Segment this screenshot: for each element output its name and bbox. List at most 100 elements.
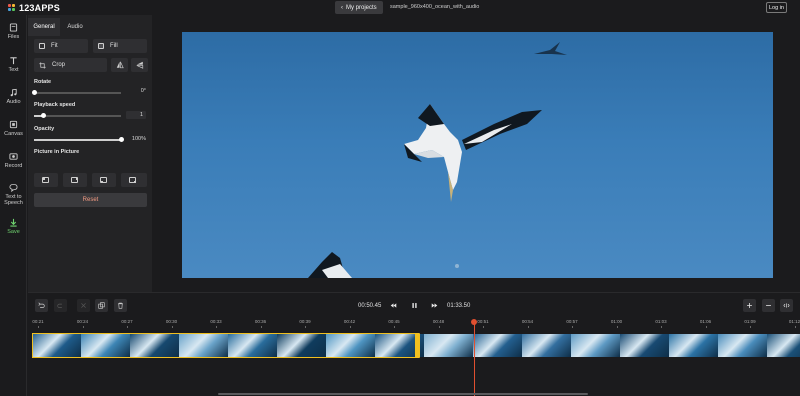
rail-item-record[interactable]: Record: [0, 152, 27, 169]
rail-label: Audio: [6, 99, 21, 105]
timeline-scrollbar[interactable]: [218, 393, 588, 395]
chevron-left-icon: ‹: [341, 4, 343, 11]
ruler-tick-mark: [349, 326, 351, 328]
flip-horizontal-button[interactable]: [111, 58, 128, 72]
duplicate-button[interactable]: [95, 299, 108, 312]
rotate-slider[interactable]: [32, 90, 121, 95]
tab-audio[interactable]: Audio: [60, 18, 90, 36]
delete-button[interactable]: [114, 299, 127, 312]
clip-thumbnail: [424, 334, 473, 357]
ruler-tick-mark: [127, 326, 128, 328]
clip-trim-handle[interactable]: [415, 333, 420, 358]
playback-speed-slider[interactable]: [34, 113, 121, 118]
rail-item-files[interactable]: Files: [0, 23, 27, 40]
pip-top-left-button[interactable]: [34, 173, 58, 187]
expand-horizontal-icon: [783, 303, 790, 308]
selected-clip-outline[interactable]: [32, 333, 418, 358]
opacity-slider[interactable]: [34, 137, 124, 142]
pip-label: Picture in Picture: [34, 149, 80, 155]
ruler-tick-label: 00:39: [299, 319, 311, 324]
project-filename: sample_960x400_ocean_with_audio: [390, 4, 480, 10]
clip-thumbnail: [522, 334, 571, 357]
clip-thumbnail: [571, 334, 620, 357]
fill-label: Fill: [110, 43, 118, 49]
playback-speed-input[interactable]: 1: [126, 111, 146, 119]
timeline-ruler[interactable]: 00:21 00:24 00:27 00:30 00:33 00:36 00:39 00:42…: [28, 316, 800, 328]
pip-bottom-right-button[interactable]: [121, 173, 147, 187]
copy-icon: [98, 302, 105, 309]
current-time: 00:50.45: [358, 303, 382, 309]
crop-label: Crop: [52, 62, 66, 68]
top-bar: 123APPS ‹ My projects sample_960x400_oce…: [0, 0, 800, 15]
login-button[interactable]: Log in: [766, 2, 787, 13]
fit-timeline-button[interactable]: [780, 299, 793, 312]
reset-button[interactable]: Reset: [34, 193, 147, 207]
skip-back-button[interactable]: [387, 299, 400, 312]
undo-button[interactable]: [35, 299, 48, 312]
ruler-tick-label: 01:09: [744, 319, 756, 324]
ruler-tick-mark: [750, 326, 751, 328]
clip-thumbnail: [718, 334, 767, 357]
my-projects-label: My projects: [346, 4, 377, 11]
playhead-handle[interactable]: [471, 319, 477, 325]
fit-icon: [39, 43, 45, 49]
fast-forward-icon: [431, 303, 438, 308]
ruler-tick-mark: [38, 326, 39, 328]
rotate-label: Rotate: [34, 79, 52, 85]
rail-item-text[interactable]: Text: [0, 56, 27, 73]
ruler-tick-label: 00:24: [76, 319, 89, 324]
record-icon: [9, 153, 18, 160]
flip-vertical-button[interactable]: [131, 58, 148, 72]
rail-label: Text to Speech: [4, 194, 23, 206]
rail-item-canvas[interactable]: Canvas: [0, 120, 27, 137]
opacity-value: 100%: [131, 136, 146, 142]
ruler-tick-label: 00:54: [521, 319, 534, 324]
ruler-tick-mark: [616, 326, 618, 328]
redo-button[interactable]: [54, 299, 67, 312]
ruler-tick-label: 00:27: [121, 319, 133, 324]
file-icon: [9, 23, 18, 32]
pip-bottom-left-button[interactable]: [92, 173, 116, 187]
plus-icon: [747, 303, 752, 308]
fit-button[interactable]: Fit: [34, 39, 88, 53]
split-button[interactable]: [77, 299, 90, 312]
canvas-icon: [9, 120, 18, 129]
flip-vertical-icon: [136, 61, 143, 69]
ruler-tick-label: 00:42: [343, 319, 356, 324]
clip-thumbnail: [767, 334, 800, 357]
panel-tabs: General Audio: [28, 18, 152, 36]
ruler-tick-mark: [572, 326, 573, 328]
playhead-line[interactable]: [474, 320, 475, 396]
rail-item-save[interactable]: Save: [0, 218, 27, 235]
download-icon: [10, 218, 17, 227]
crop-button[interactable]: Crop: [34, 58, 107, 72]
fill-button[interactable]: Fill: [93, 39, 147, 53]
ruler-tick-mark: [216, 326, 217, 328]
playback-speed-knob[interactable]: [41, 113, 46, 118]
zoom-in-button[interactable]: [743, 299, 756, 312]
my-projects-button[interactable]: ‹ My projects: [335, 1, 383, 14]
rail-label: Save: [7, 229, 20, 235]
ruler-tick-mark: [82, 326, 84, 328]
rail-label: Text: [8, 67, 19, 73]
skip-forward-button[interactable]: [428, 299, 441, 312]
trash-icon: [118, 302, 123, 309]
total-time: 01:33.50: [447, 303, 471, 309]
rail-label: Canvas: [4, 131, 23, 137]
video-preview[interactable]: [182, 32, 773, 278]
tab-general[interactable]: General: [28, 18, 60, 36]
app-logo[interactable]: 123APPS: [8, 2, 60, 13]
rail-label: Files: [7, 34, 20, 40]
rotate-slider-knob[interactable]: [32, 90, 37, 95]
fill-icon: [98, 43, 104, 49]
flip-horizontal-icon: [116, 61, 124, 69]
rail-item-audio[interactable]: Audio: [0, 88, 27, 105]
pause-button[interactable]: [408, 299, 421, 312]
ruler-tick-mark: [661, 326, 662, 328]
playback-speed-label: Playback speed: [34, 102, 76, 108]
rail-item-text-to-speech[interactable]: Text to Speech: [0, 183, 27, 206]
pip-top-right-button[interactable]: [63, 173, 87, 187]
zoom-out-button[interactable]: [762, 299, 775, 312]
speech-icon: [9, 183, 18, 192]
ruler-tick-label: 01:03: [655, 319, 667, 324]
